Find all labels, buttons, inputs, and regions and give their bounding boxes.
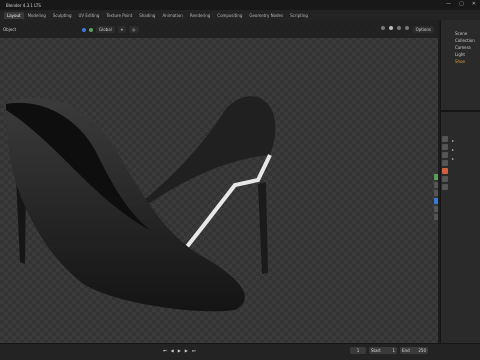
- right-panel: Scene Collection Camera Light Shoe ▸ ▸ ▸: [440, 20, 480, 343]
- menu-bar: Layout Modeling Sculpting UV Editing Tex…: [0, 10, 480, 20]
- tab-geometry-nodes[interactable]: Geometry Nodes: [246, 12, 286, 19]
- prev-keyframe-icon[interactable]: ◀: [171, 348, 174, 353]
- timeline: ⏮ ◀ ▶ ▶ ⏭ 1 Start 1 End 250: [0, 343, 480, 360]
- transform-controls: Global ⌖ ◎: [82, 26, 139, 33]
- title-bar: Blender 4.3.1 LTS — ▢ ✕: [0, 0, 480, 10]
- current-frame-field[interactable]: 1: [350, 347, 366, 354]
- tool-icon[interactable]: [434, 206, 438, 212]
- snap-icon[interactable]: [89, 27, 93, 32]
- material-tab-icon[interactable]: [442, 184, 448, 190]
- properties-content: ▸ ▸ ▸: [452, 136, 480, 163]
- options-button[interactable]: Options: [412, 26, 434, 33]
- end-frame-field[interactable]: End 250: [400, 347, 428, 354]
- tab-layout[interactable]: Layout: [4, 11, 24, 19]
- tab-uv-editing[interactable]: UV Editing: [76, 12, 103, 19]
- tab-texture-paint[interactable]: Texture Paint: [103, 12, 135, 19]
- viewport-header: Object Global ⌖ ◎ Options: [0, 20, 438, 38]
- orientation-icon[interactable]: [82, 27, 86, 32]
- outliner-row[interactable]: Collection: [441, 37, 480, 44]
- start-frame-value: 1: [392, 348, 395, 353]
- shading-render-icon[interactable]: [404, 26, 409, 30]
- property-row[interactable]: ▸: [452, 136, 480, 145]
- heel-right: [258, 182, 268, 274]
- shading-solid-icon[interactable]: [388, 26, 393, 30]
- start-frame-field[interactable]: Start 1: [369, 347, 397, 354]
- tab-scripting[interactable]: Scripting: [287, 12, 311, 19]
- end-frame-label: End: [402, 348, 410, 353]
- start-frame-label: Start: [371, 348, 381, 353]
- playback-controls: ⏮ ◀ ▶ ▶ ⏭: [163, 348, 195, 353]
- maximize-icon[interactable]: ▢: [459, 1, 464, 7]
- outliner-label: Scene: [455, 31, 468, 36]
- jump-end-icon[interactable]: ⏭: [192, 348, 196, 353]
- property-row[interactable]: ▸: [452, 145, 480, 154]
- 3d-viewport[interactable]: Object Global ⌖ ◎ Options: [0, 20, 438, 343]
- navigation-gizmo: [434, 174, 438, 220]
- close-icon[interactable]: ✕: [472, 1, 476, 7]
- outliner-row[interactable]: Scene: [441, 30, 480, 37]
- tool-icon[interactable]: [434, 214, 438, 220]
- jump-start-icon[interactable]: ⏮: [163, 348, 167, 353]
- modifier-tab-icon[interactable]: [442, 176, 448, 182]
- tool-icon[interactable]: [434, 174, 438, 180]
- next-keyframe-icon[interactable]: ▶: [185, 348, 188, 353]
- workspace-tabs: Layout Modeling Sculpting UV Editing Tex…: [4, 11, 311, 19]
- properties-editor: ▸ ▸ ▸: [441, 112, 480, 341]
- outliner-label: Collection: [455, 38, 475, 43]
- tool-icon[interactable]: [434, 198, 438, 204]
- shoe-model[interactable]: [0, 80, 300, 320]
- tab-sculpting[interactable]: Sculpting: [50, 12, 75, 19]
- play-icon[interactable]: ▶: [178, 348, 181, 353]
- property-row[interactable]: ▸: [452, 154, 480, 163]
- outliner-row[interactable]: Light: [441, 51, 480, 58]
- outliner-row[interactable]: Camera: [441, 44, 480, 51]
- tab-rendering[interactable]: Rendering: [187, 12, 213, 19]
- outliner-label: Shoe: [455, 59, 465, 64]
- proportional-edit-icon[interactable]: ◎: [129, 26, 139, 33]
- viewport-shading: Options: [380, 26, 434, 33]
- output-tab-icon[interactable]: [442, 152, 448, 158]
- viewport-menu: Object: [0, 27, 16, 32]
- tab-animation[interactable]: Animation: [159, 12, 185, 19]
- shading-material-icon[interactable]: [396, 26, 401, 30]
- tool-tab-icon[interactable]: [442, 136, 448, 142]
- tool-icon[interactable]: [434, 182, 438, 188]
- tab-compositing[interactable]: Compositing: [214, 12, 245, 19]
- outliner-row[interactable]: Shoe: [441, 58, 480, 65]
- outliner: Scene Collection Camera Light Shoe: [441, 20, 480, 112]
- tab-modeling[interactable]: Modeling: [25, 12, 49, 19]
- blender-window: Blender 4.3.1 LTS — ▢ ✕ Layout Modeling …: [0, 0, 480, 360]
- render-tab-icon[interactable]: [442, 144, 448, 150]
- properties-tabs: [441, 136, 449, 190]
- minimize-icon[interactable]: —: [446, 1, 451, 7]
- object-menu[interactable]: Object: [3, 27, 16, 32]
- tool-icon[interactable]: [434, 190, 438, 196]
- frame-range: 1 Start 1 End 250: [350, 347, 428, 354]
- object-tab-icon[interactable]: [442, 168, 448, 174]
- window-title: Blender 4.3.1 LTS: [6, 2, 41, 8]
- pivot-select[interactable]: ⌖: [117, 26, 127, 33]
- transform-orientation-select[interactable]: Global: [96, 26, 115, 33]
- end-frame-value: 250: [418, 348, 426, 353]
- tab-shading[interactable]: Shading: [136, 12, 158, 19]
- outliner-label: Light: [455, 52, 465, 57]
- outliner-header: [441, 20, 480, 30]
- shading-wire-icon[interactable]: [380, 26, 385, 30]
- outliner-label: Camera: [455, 45, 471, 50]
- window-controls: — ▢ ✕: [446, 1, 476, 7]
- view-layer-tab-icon[interactable]: [442, 160, 448, 166]
